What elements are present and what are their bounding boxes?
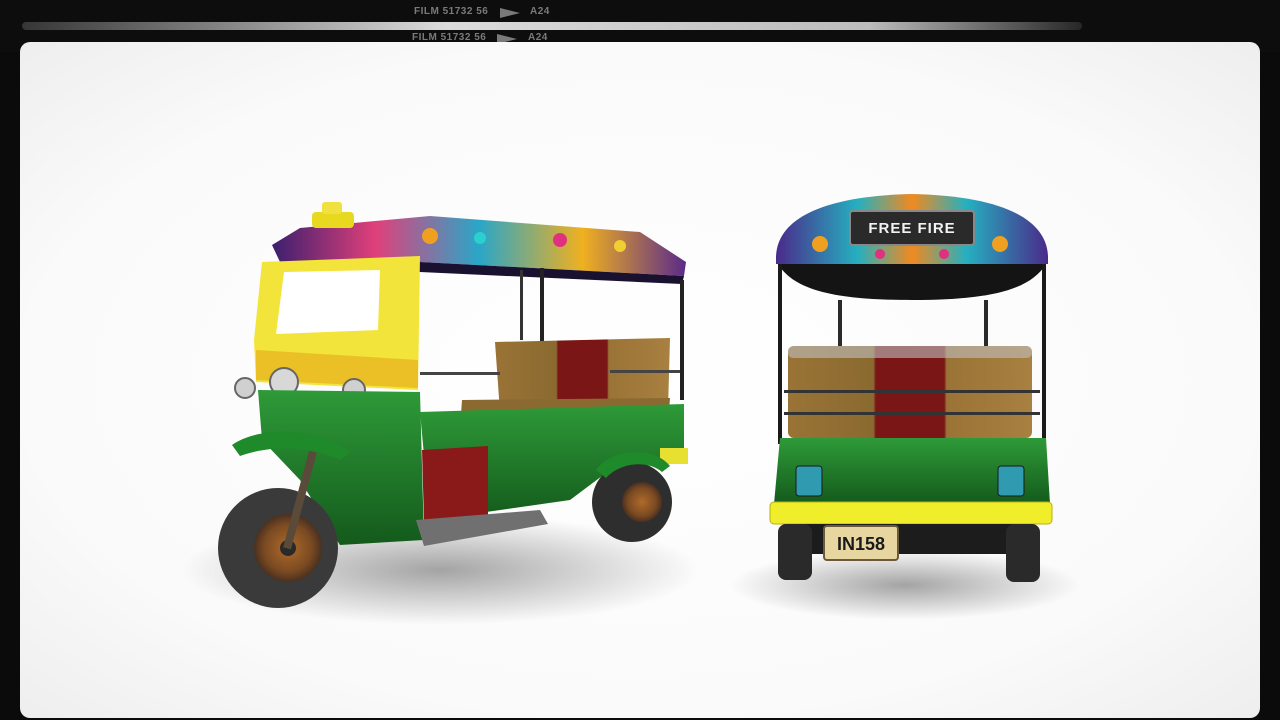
rickshaw-side-view <box>180 202 700 625</box>
rear-rim <box>622 482 662 522</box>
roof-pole <box>680 280 684 400</box>
rickshaw-rear-view: FREE FIRE IN158 <box>730 194 1080 620</box>
rear-tire-right <box>1006 524 1040 582</box>
rear-rail <box>784 390 1040 393</box>
rear-bumper <box>769 501 1053 525</box>
roof-pole <box>520 270 523 340</box>
tail-light <box>997 465 1025 497</box>
side-rail <box>420 372 500 375</box>
roof-pole <box>778 264 782 444</box>
roof-underside <box>778 264 1046 300</box>
rear-rail <box>784 412 1040 415</box>
side-rail <box>610 370 680 373</box>
roof-pole <box>1042 264 1046 444</box>
windshield <box>276 270 380 334</box>
rickshaw-illustration: FREE FIRE IN158 <box>180 194 1080 625</box>
tail-light <box>795 465 823 497</box>
rear-tire-left <box>778 524 812 580</box>
taxi-sign <box>312 212 354 228</box>
taxi-sign-top <box>322 202 342 214</box>
license-plate-text: IN158 <box>837 534 885 554</box>
free-fire-badge-text: FREE FIRE <box>868 220 955 237</box>
door-panel-red <box>422 446 488 522</box>
headlight <box>234 377 256 399</box>
